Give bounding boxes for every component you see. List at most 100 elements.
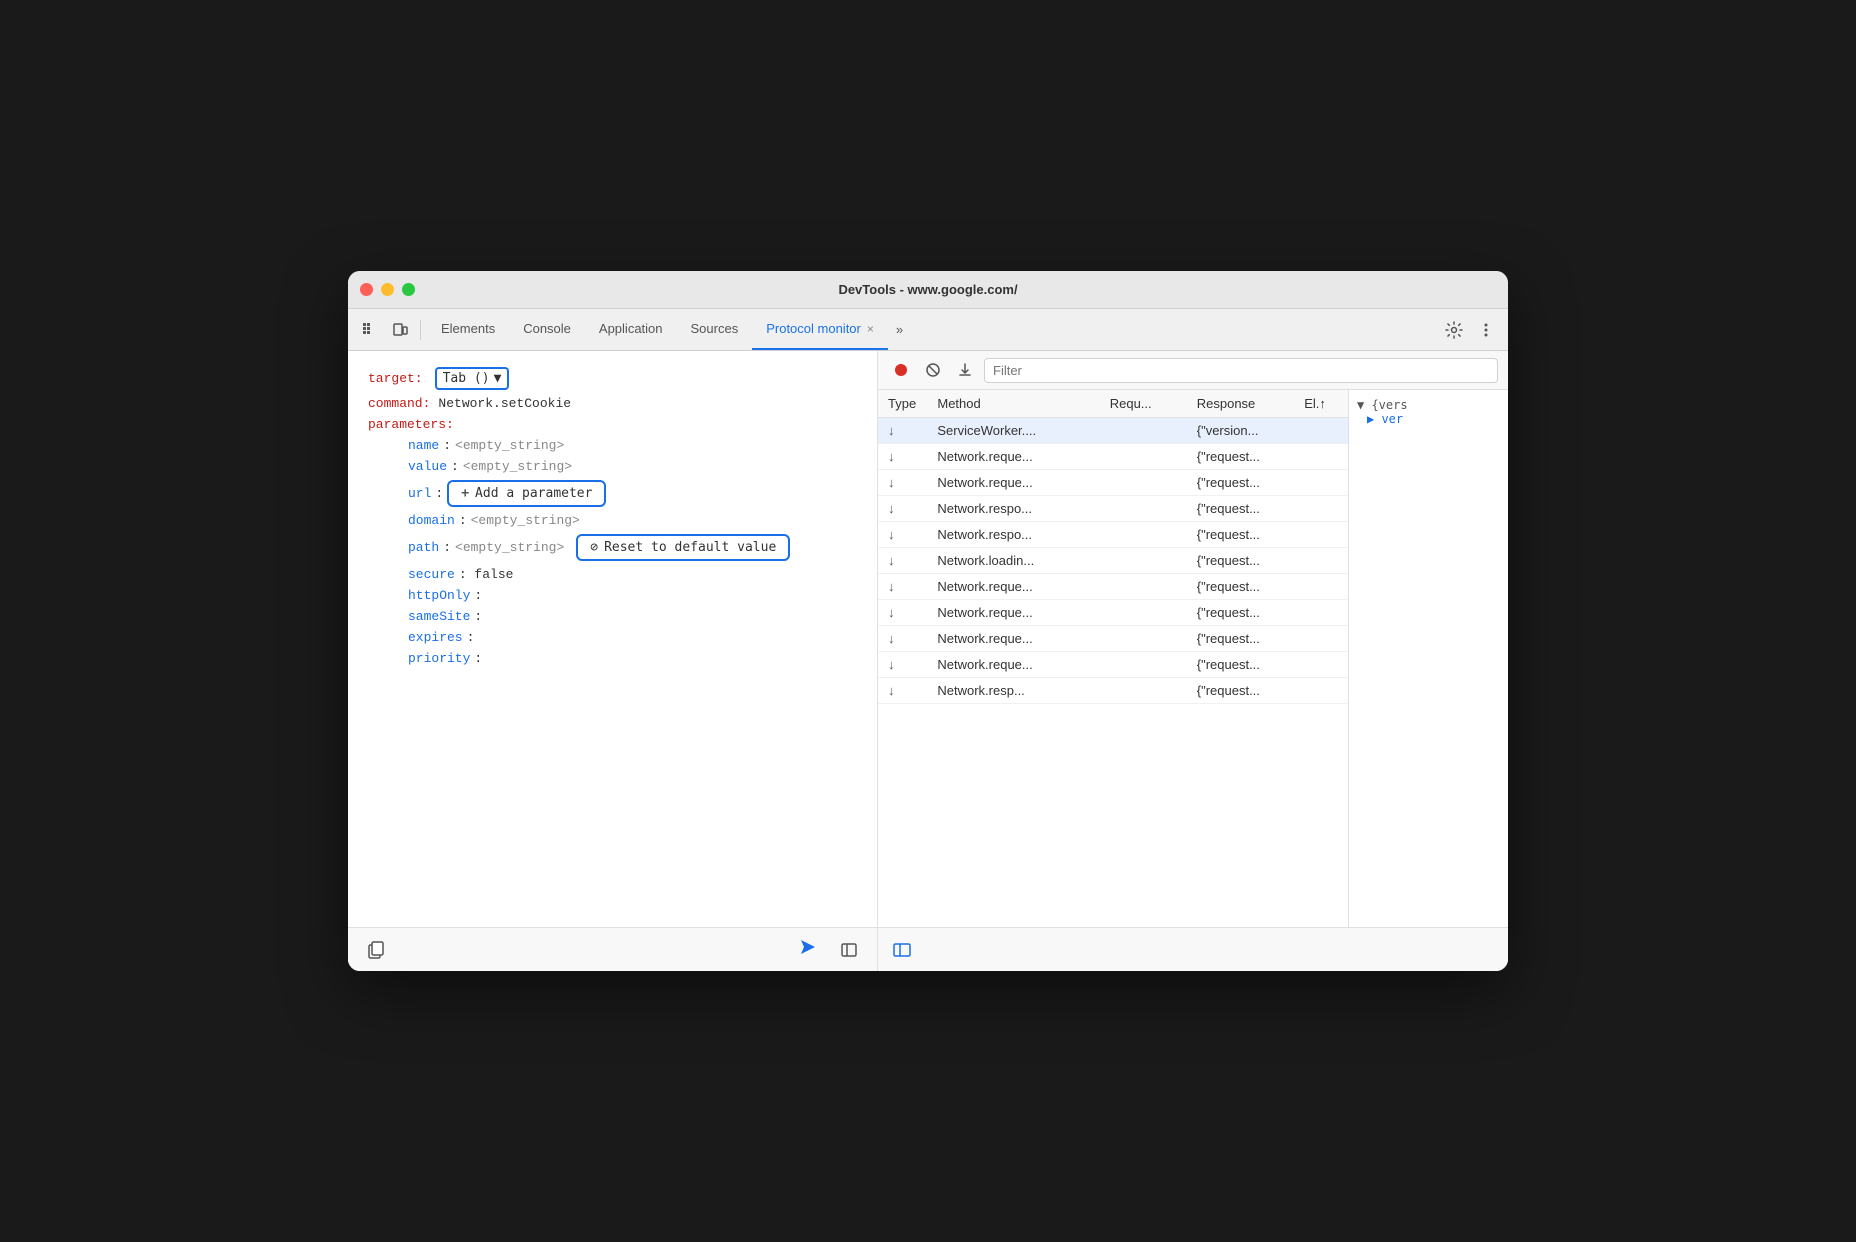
maximize-button[interactable] xyxy=(402,283,415,296)
sidebar-toggle-icon[interactable] xyxy=(835,936,863,964)
table-row[interactable]: ↓ Network.reque... {"request... xyxy=(878,600,1348,626)
cell-method: Network.reque... xyxy=(927,626,1099,652)
settings-icon[interactable] xyxy=(1440,316,1468,344)
tree-item-vers[interactable]: ▼ {vers xyxy=(1357,398,1500,412)
window-title: DevTools - www.google.com/ xyxy=(838,282,1017,297)
cell-response: {"request... xyxy=(1187,522,1294,548)
toolbar-separator xyxy=(420,320,421,340)
cell-method: Network.loadin... xyxy=(927,548,1099,574)
tab-elements[interactable]: Elements xyxy=(427,309,509,350)
sidebar-icon[interactable] xyxy=(888,936,916,964)
table-row[interactable]: ↓ Network.reque... {"request... xyxy=(878,444,1348,470)
cell-method: Network.respo... xyxy=(927,522,1099,548)
traffic-lights xyxy=(360,283,415,296)
tab-console[interactable]: Console xyxy=(509,309,585,350)
cell-method: Network.reque... xyxy=(927,444,1099,470)
cell-method: Network.reque... xyxy=(927,470,1099,496)
param-secure-key: secure xyxy=(408,567,455,582)
filter-input[interactable] xyxy=(984,358,1498,383)
target-dropdown[interactable]: Tab () ▼ xyxy=(435,367,510,390)
tab-sources[interactable]: Sources xyxy=(677,309,753,350)
protocol-toolbar xyxy=(878,351,1508,390)
reset-icon: ⊘ xyxy=(590,540,598,555)
param-expires-key: expires xyxy=(408,630,463,645)
cell-response: {"request... xyxy=(1187,626,1294,652)
param-expires-row: expires : xyxy=(368,630,857,645)
tabs-container: Elements Console Application Sources Pro… xyxy=(427,309,911,350)
download-icon[interactable] xyxy=(952,357,978,383)
cell-type: ↓ xyxy=(878,652,927,678)
col-header-method: Method xyxy=(927,390,1099,418)
cell-type: ↓ xyxy=(878,522,927,548)
table-row[interactable]: ↓ Network.reque... {"request... xyxy=(878,626,1348,652)
protocol-table: Type Method Requ... Response El.↑ ↓ Serv… xyxy=(878,390,1348,704)
cell-method: ServiceWorker.... xyxy=(927,418,1099,444)
cell-response: {"version... xyxy=(1187,418,1294,444)
table-row[interactable]: ↓ Network.loadin... {"request... xyxy=(878,548,1348,574)
cell-el xyxy=(1294,522,1348,548)
cell-type: ↓ xyxy=(878,626,927,652)
cell-method: Network.reque... xyxy=(927,600,1099,626)
cell-request xyxy=(1100,678,1187,704)
cell-request xyxy=(1100,652,1187,678)
command-editor: target: Tab () ▼ command: Network.setCoo… xyxy=(348,351,877,927)
param-domain-key: domain xyxy=(408,513,455,528)
param-samesite-row: sameSite : xyxy=(368,609,857,624)
tab-protocol-monitor[interactable]: Protocol monitor × xyxy=(752,309,888,350)
cell-request xyxy=(1100,574,1187,600)
cell-request xyxy=(1100,626,1187,652)
cell-request xyxy=(1100,444,1187,470)
cell-response: {"request... xyxy=(1187,548,1294,574)
reset-default-button[interactable]: ⊘ Reset to default value xyxy=(576,534,790,561)
devtools-device-icon[interactable] xyxy=(386,316,414,344)
cell-el xyxy=(1294,678,1348,704)
table-row[interactable]: ↓ Network.reque... {"request... xyxy=(878,470,1348,496)
table-row[interactable]: ↓ Network.reque... {"request... xyxy=(878,652,1348,678)
cell-el xyxy=(1294,574,1348,600)
table-row[interactable]: ↓ ServiceWorker.... {"version... xyxy=(878,418,1348,444)
param-value-key: value xyxy=(408,459,447,474)
tree-item-ver[interactable]: ▶ ver xyxy=(1357,412,1500,426)
table-row[interactable]: ↓ Network.respo... {"request... xyxy=(878,496,1348,522)
table-row[interactable]: ↓ Network.resp... {"request... xyxy=(878,678,1348,704)
send-button[interactable] xyxy=(797,936,819,964)
param-path-value: <empty_string> xyxy=(455,540,564,555)
cell-type: ↓ xyxy=(878,548,927,574)
more-options-icon[interactable] xyxy=(1472,316,1500,344)
cell-method: Network.respo... xyxy=(927,496,1099,522)
table-row[interactable]: ↓ Network.reque... {"request... xyxy=(878,574,1348,600)
cell-response: {"request... xyxy=(1187,600,1294,626)
tab-close-icon[interactable]: × xyxy=(867,322,874,336)
col-header-response: Response xyxy=(1187,390,1294,418)
param-domain-row: domain : <empty_string> xyxy=(368,513,857,528)
param-domain-value: <empty_string> xyxy=(471,513,580,528)
param-httponly-row: httpOnly : xyxy=(368,588,857,603)
param-samesite-key: sameSite xyxy=(408,609,470,624)
dropdown-arrow-icon: ▼ xyxy=(494,371,502,386)
detail-panel: ▼ {vers ▶ ver xyxy=(1348,390,1508,927)
add-parameter-button[interactable]: + Add a parameter xyxy=(447,480,606,507)
copy-icon[interactable] xyxy=(362,936,390,964)
cell-el xyxy=(1294,548,1348,574)
cell-type: ↓ xyxy=(878,496,927,522)
devtools-grid-icon[interactable] xyxy=(356,316,384,344)
cell-type: ↓ xyxy=(878,418,927,444)
block-icon[interactable] xyxy=(920,357,946,383)
tab-application[interactable]: Application xyxy=(585,309,677,350)
tab-more-icon[interactable]: » xyxy=(888,322,911,337)
param-httponly-key: httpOnly xyxy=(408,588,470,603)
col-header-request: Requ... xyxy=(1100,390,1187,418)
cell-request xyxy=(1100,548,1187,574)
right-footer xyxy=(878,927,1508,971)
close-button[interactable] xyxy=(360,283,373,296)
minimize-button[interactable] xyxy=(381,283,394,296)
cell-method: Network.reque... xyxy=(927,574,1099,600)
record-icon[interactable] xyxy=(888,357,914,383)
left-panel: target: Tab () ▼ command: Network.setCoo… xyxy=(348,351,878,971)
cell-response: {"request... xyxy=(1187,678,1294,704)
cell-el xyxy=(1294,600,1348,626)
plus-icon: + xyxy=(461,486,469,501)
cell-el xyxy=(1294,496,1348,522)
table-row[interactable]: ↓ Network.respo... {"request... xyxy=(878,522,1348,548)
command-row: command: Network.setCookie xyxy=(368,396,857,411)
